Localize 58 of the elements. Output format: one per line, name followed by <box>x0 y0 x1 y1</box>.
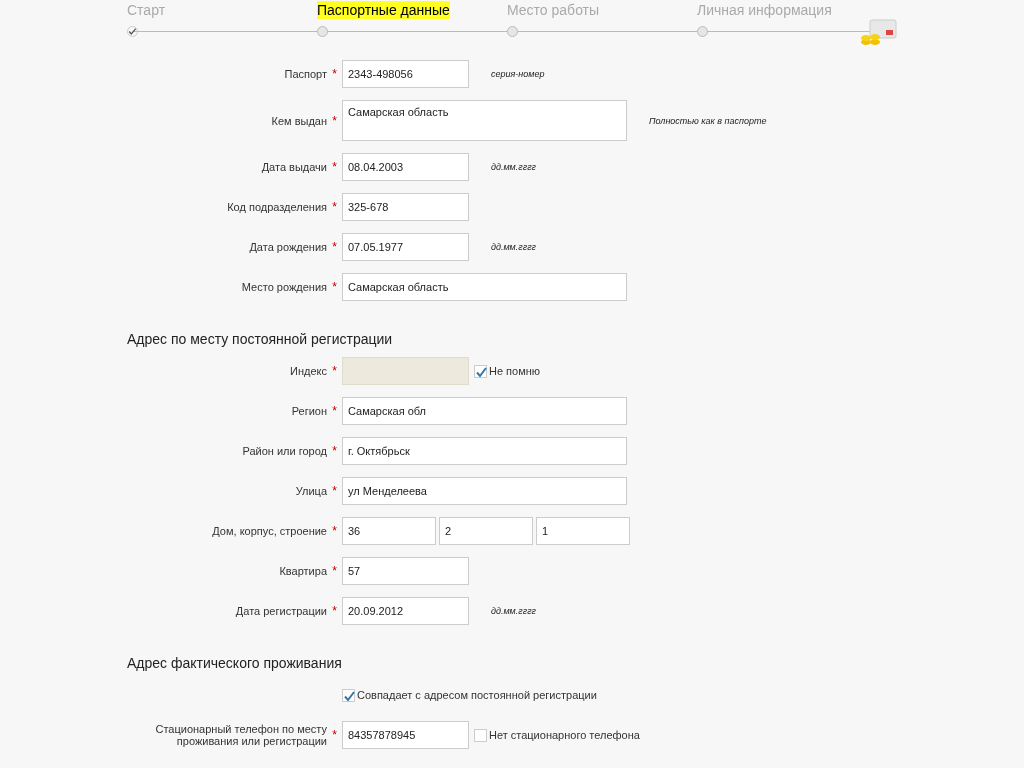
field-label: Регион <box>290 405 327 417</box>
field-label: Индекс <box>289 365 327 377</box>
input-field[interactable]: 2343-498056 <box>342 60 469 88</box>
checkbox[interactable] <box>342 688 355 702</box>
required-mark: * <box>331 604 338 618</box>
checkbox-label: Не помню <box>489 365 541 377</box>
input-field[interactable]: г. Октябрьск <box>342 437 627 465</box>
field-label: Код подразделения <box>226 201 327 213</box>
checkbox-label: Нет стационарного телефона <box>489 729 640 741</box>
required-mark: * <box>331 200 338 214</box>
field-label: Район или город <box>241 445 327 457</box>
input-field[interactable]: 08.04.2003 <box>342 153 469 181</box>
required-mark: * <box>331 240 338 254</box>
input-field[interactable]: ул Менделеева <box>342 477 627 505</box>
field-label: Дата регистрации <box>234 605 327 617</box>
checkbox-label: Совпадает с адресом постоянной регистрации <box>357 689 597 701</box>
format-hint: Полностью как в паспорте <box>649 115 767 126</box>
format-hint: дд.мм.гггг <box>491 162 537 172</box>
field-label: Улица <box>294 485 327 497</box>
required-mark: * <box>331 564 338 578</box>
input-field[interactable]: Самарская обл <box>342 397 627 425</box>
section-heading: Адрес по месту постоянной регистрации <box>127 331 393 347</box>
input-field[interactable]: 57 <box>342 557 469 585</box>
required-mark: * <box>331 444 338 458</box>
input-field[interactable]: 2 <box>439 517 533 545</box>
step-label[interactable]: Паспортные данные <box>317 1 450 19</box>
field-label: Дом, корпус, строение <box>211 525 327 537</box>
input-field[interactable]: 84357878945 <box>342 721 469 749</box>
input-field[interactable]: 325-678 <box>342 193 469 221</box>
format-hint: дд.мм.гггг <box>491 606 537 616</box>
required-mark: * <box>331 67 338 81</box>
input-field[interactable]: 20.09.2012 <box>342 597 469 625</box>
text-area[interactable]: Самарская область <box>342 100 627 141</box>
required-mark: * <box>331 280 338 294</box>
required-mark: * <box>331 113 338 128</box>
format-hint: дд.мм.гггг <box>491 242 537 252</box>
required-mark: * <box>331 160 338 174</box>
required-mark: * <box>331 728 338 742</box>
input-field[interactable]: 36 <box>342 517 436 545</box>
section-heading: Адрес фактического проживания <box>127 655 342 671</box>
input-field[interactable]: 07.05.1977 <box>342 233 469 261</box>
checkbox[interactable] <box>474 364 487 378</box>
format-hint: серия-номер <box>491 69 545 79</box>
field-label: Стационарный телефон по месту проживания или регистрации <box>154 723 327 747</box>
coins-and-card-icon <box>860 18 898 46</box>
field-label: Место рождения <box>240 281 327 293</box>
required-mark: * <box>331 524 338 538</box>
field-label: Кем выдан <box>270 114 327 127</box>
field-label: Квартира <box>278 565 327 577</box>
field-label: Дата рождения <box>248 241 327 253</box>
field-label: Паспорт <box>283 68 327 80</box>
input-field[interactable]: 1 <box>536 517 630 545</box>
field-label: Дата выдачи <box>260 161 327 173</box>
required-mark: * <box>331 484 338 498</box>
required-mark: * <box>331 404 338 418</box>
required-mark: * <box>331 364 338 378</box>
checkbox[interactable] <box>474 728 487 742</box>
input-field[interactable]: Самарская область <box>342 273 627 301</box>
